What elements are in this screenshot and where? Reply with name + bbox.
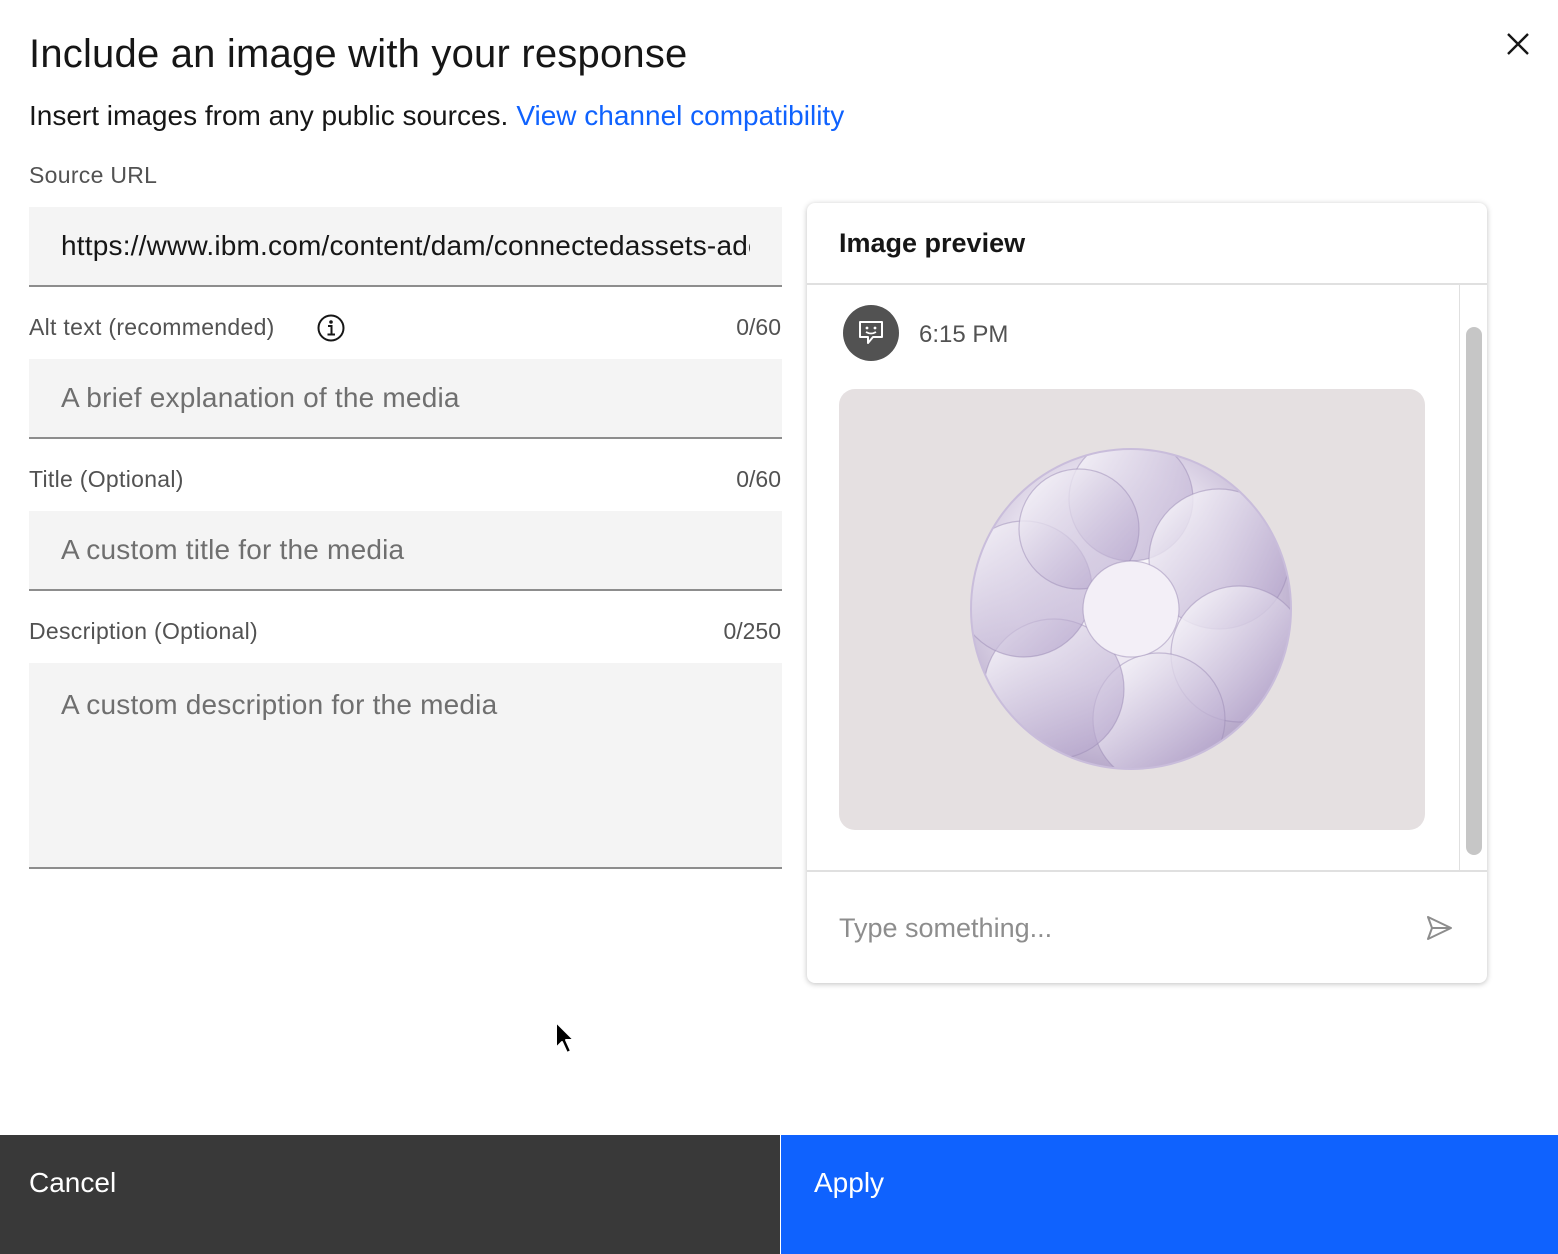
preview-image — [839, 389, 1425, 830]
preview-scrollbar-thumb[interactable] — [1466, 327, 1482, 855]
bot-chat-icon — [859, 321, 883, 344]
description-textarea[interactable] — [29, 663, 782, 867]
title-label: Title (Optional) — [29, 466, 184, 492]
description-field-wrapper — [29, 663, 782, 869]
apply-button-label: Apply — [814, 1167, 885, 1198]
description-counter: 0/250 — [723, 618, 781, 644]
title-counter: 0/60 — [736, 466, 781, 492]
send-button[interactable] — [1421, 910, 1457, 946]
title-field-wrapper — [29, 511, 782, 591]
mouse-cursor-icon — [555, 1021, 575, 1054]
apply-button[interactable]: Apply — [781, 1135, 1558, 1254]
title-input[interactable] — [29, 511, 782, 589]
close-icon — [1507, 33, 1529, 55]
message-timestamp: 6:15 PM — [919, 321, 1009, 348]
preview-title: Image preview — [839, 228, 1026, 258]
chat-input-bar — [807, 870, 1487, 983]
image-preview-card: Image preview 6:15 PM — [807, 203, 1487, 983]
close-button[interactable] — [1496, 22, 1540, 66]
bot-avatar — [843, 305, 899, 361]
modal-title: Include an image with your response — [29, 32, 688, 76]
image-response-modal: Include an image with your response Inse… — [0, 0, 1558, 1254]
preview-header: Image preview — [807, 203, 1487, 285]
source-url-input[interactable] — [29, 207, 782, 285]
cancel-button-label: Cancel — [29, 1167, 117, 1198]
abstract-sphere-image — [970, 448, 1292, 770]
subtitle-text: Insert images from any public sources. — [29, 100, 509, 131]
modal-subtitle: Insert images from any public sources. Vi… — [29, 100, 844, 132]
alt-text-field-wrapper — [29, 359, 782, 439]
alt-text-counter: 0/60 — [736, 314, 781, 340]
chat-message-area: 6:15 PM — [807, 285, 1459, 870]
information-icon[interactable] — [316, 313, 346, 343]
source-url-label: Source URL — [29, 162, 158, 188]
send-icon — [1427, 916, 1452, 940]
alt-text-input[interactable] — [29, 359, 782, 437]
cancel-button[interactable]: Cancel — [0, 1135, 780, 1254]
view-channel-compatibility-link[interactable]: View channel compatibility — [516, 100, 844, 131]
source-url-field-wrapper — [29, 207, 782, 287]
chat-message-input[interactable] — [839, 906, 1399, 950]
preview-scrollbar[interactable] — [1459, 285, 1487, 870]
alt-text-label: Alt text (recommended) — [29, 314, 275, 340]
description-label: Description (Optional) — [29, 618, 259, 644]
